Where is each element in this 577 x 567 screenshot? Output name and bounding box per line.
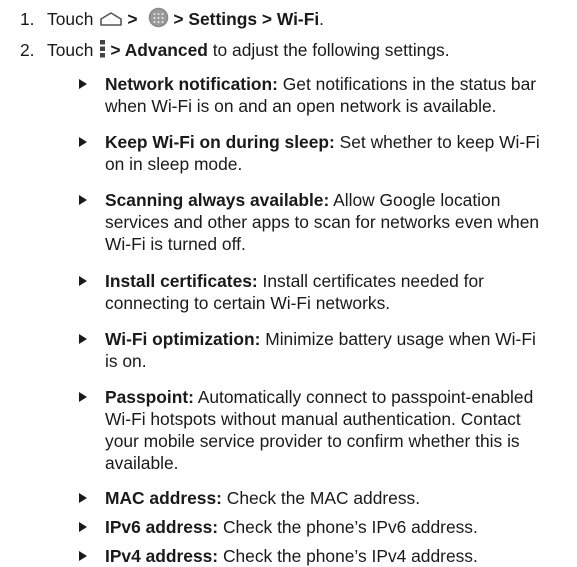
item-line: Get notifications in the status bar — [277, 74, 537, 94]
step-number: 2. — [20, 40, 35, 60]
item-line: is on. — [105, 351, 147, 371]
item-line: Wi-Fi hotspots without manual authentica… — [105, 409, 521, 429]
item-line: Automatically connect to passpoint-enabl… — [193, 387, 534, 407]
item-label: Install certificates: — [105, 271, 258, 291]
instructions-page: 1. Touch > > Settings > Wi-Fi. 2. Touch > … — [0, 0, 577, 566]
item-line: Minimize battery usage when Wi-Fi — [260, 329, 536, 349]
item-line: when Wi-Fi is on and an open network is … — [105, 96, 497, 116]
item-label: Network notification: — [105, 74, 278, 94]
bullet-arrow-icon — [79, 551, 87, 561]
step-path: > Advanced — [110, 40, 208, 60]
bullet-arrow-icon — [79, 493, 87, 503]
item-line: Set whether to keep Wi-Fi — [334, 132, 540, 152]
step-separator: > — [127, 9, 143, 29]
item-line: Check the phone’s IPv4 address. — [218, 546, 478, 566]
item-label: IPv4 address: — [105, 546, 219, 566]
step-suffix: to adjust the following settings. — [207, 40, 450, 60]
apps-icon — [148, 7, 169, 28]
step-prefix: Touch — [47, 9, 94, 29]
item-line: connecting to certain Wi-Fi networks. — [105, 293, 391, 313]
bullet-arrow-icon — [79, 195, 87, 205]
bullet-arrow-icon — [79, 276, 87, 286]
item-label: Passpoint: — [105, 387, 194, 407]
item-line: services and other apps to scan for netw… — [105, 212, 540, 232]
step-prefix: Touch — [47, 40, 94, 60]
item-label: MAC address: — [105, 488, 222, 508]
bullet-arrow-icon — [79, 392, 87, 402]
item-line: Install certificates needed for — [257, 271, 484, 291]
item-line: your mobile service provider to confirm … — [105, 431, 520, 451]
item-label: Keep Wi-Fi on during sleep: — [105, 132, 335, 152]
menu-icon — [99, 39, 107, 59]
step-text: Touch > Advanced to adjust the following … — [47, 39, 567, 61]
bullet-arrow-icon — [79, 522, 87, 532]
bullet-arrow-icon — [79, 334, 87, 344]
bullet-arrow-icon — [79, 137, 87, 147]
item-line: Check the MAC address. — [221, 488, 421, 508]
item-label: IPv6 address: — [105, 517, 219, 537]
item-line: Allow Google location — [329, 190, 501, 210]
step-text: Touch > > Settings > Wi-Fi. — [47, 7, 567, 31]
item-label: Wi-Fi optimization: — [105, 329, 261, 349]
step-number: 1. — [20, 9, 35, 29]
item-line: on in sleep mode. — [105, 154, 243, 174]
step-period: . — [319, 9, 324, 29]
item-line: available. — [105, 453, 179, 473]
item-line: Wi-Fi is turned off. — [105, 234, 246, 254]
item-line: Check the phone’s IPv6 address. — [218, 517, 478, 537]
home-icon — [99, 10, 123, 27]
bullet-arrow-icon — [79, 79, 87, 89]
item-label: Scanning always available: — [105, 190, 330, 210]
step-path: > Settings > Wi-Fi — [173, 9, 320, 29]
